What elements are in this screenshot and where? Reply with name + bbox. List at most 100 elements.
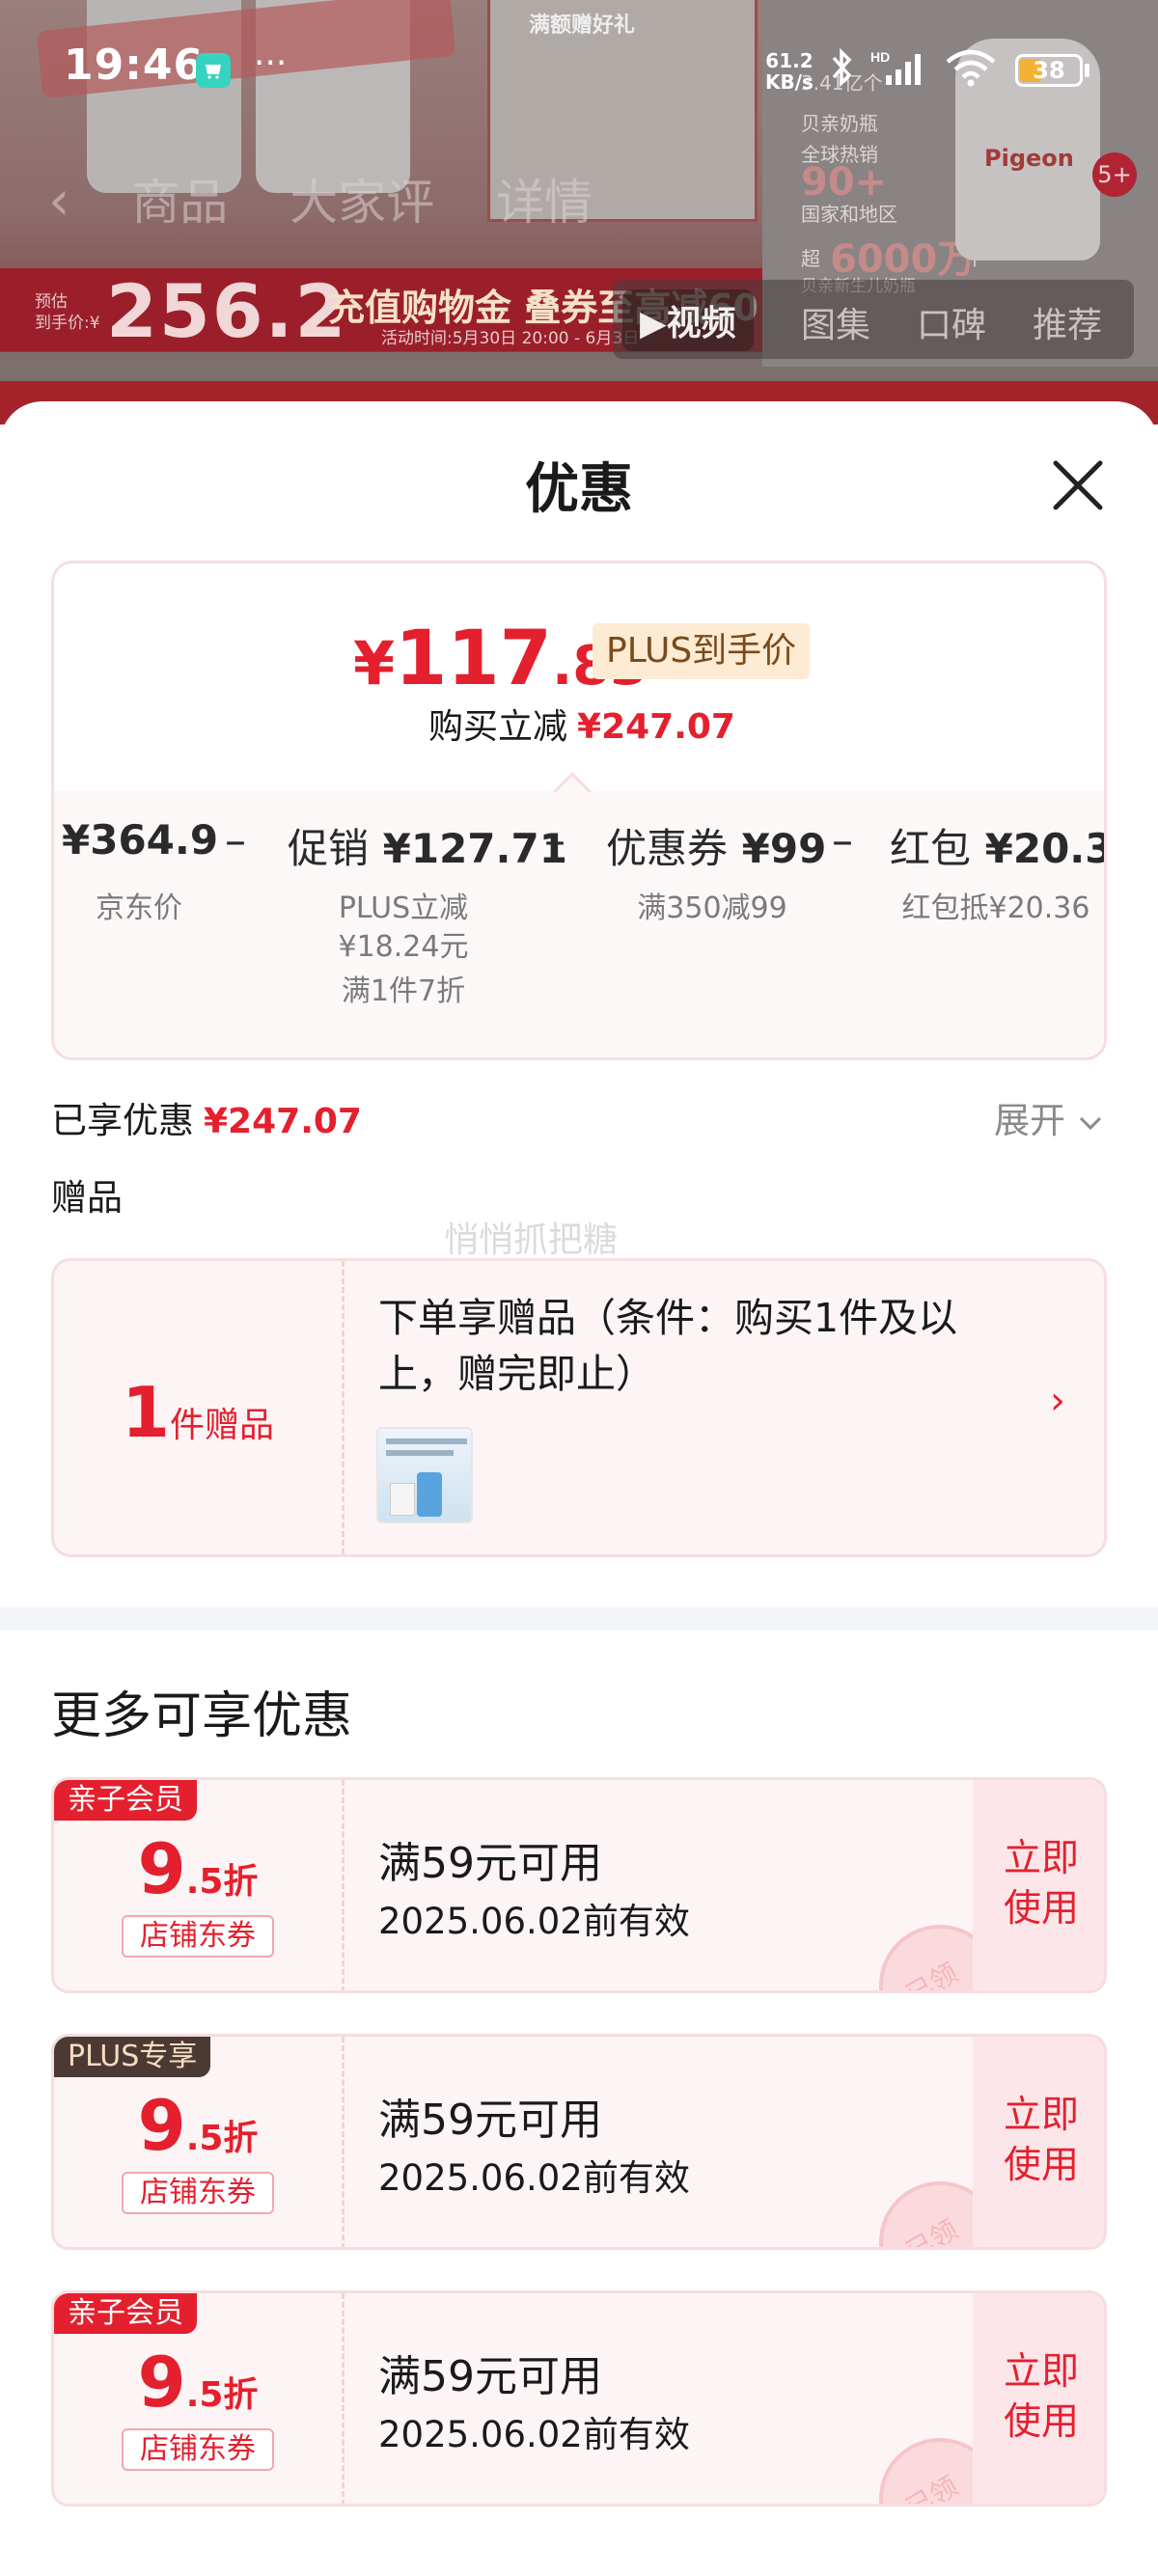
gift-section-label: 赠品 (51, 1177, 123, 1219)
discount-dec: .5折 (185, 2119, 259, 2158)
battery-tip (1085, 64, 1089, 77)
close-button[interactable] (1044, 452, 1112, 519)
est-price: 256.2 (106, 268, 348, 354)
use-now-label: 立即 使用 (1003, 1837, 1079, 1931)
use-now-button[interactable]: 立即 使用 (973, 1780, 1104, 1990)
product-nav-tabs: ‹ 商品 大家评 详情 (48, 164, 639, 233)
discount-dec: .5折 (185, 1862, 259, 1902)
enjoyed-value: ¥247.07 (204, 1102, 362, 1141)
breakdown-coupon: 优惠券 ¥99 (606, 816, 826, 875)
coupon-type-badge: 店铺东券 (122, 2428, 274, 2471)
est-label-line: 预估 (35, 292, 68, 312)
promo-detail-line: 满1件7折 (341, 974, 466, 1008)
image-count-badge: 5+ (1092, 152, 1137, 197)
stamp-text: 已领 (900, 1957, 964, 1993)
coupon-condition: 满59元可用 (378, 2352, 602, 2401)
coupon-card: 亲子会员 9.5折 店铺东券 满59元可用 2025.06.02前有效 已领 立… (51, 2290, 1107, 2507)
expand-button[interactable]: 展开 (994, 1091, 1104, 1143)
media-tab-reputation: 口碑 (917, 306, 987, 345)
gift-card[interactable]: 1件赠品 下单享赠品（条件：购买1件及以上，赠完即止） › (51, 1258, 1107, 1557)
enjoyed-discount: 已享优惠 ¥247.07 (51, 1091, 362, 1143)
discount-dec: .5折 (185, 2375, 259, 2415)
coupon-detail: 满350减99 (637, 891, 787, 925)
thumb-deco (386, 1450, 454, 1456)
shopping-app-icon (196, 53, 231, 88)
gift-thumbnail[interactable] (376, 1427, 473, 1523)
minus-sign: – (544, 816, 565, 865)
reduction-label: 购买立减 (428, 707, 568, 747)
dashed-divider (342, 1261, 345, 1554)
promo-detail: PLUS立减 ¥18.24元 满1件7折 (307, 890, 500, 1011)
coupon-card: PLUS专享 9.5折 店铺东券 满59元可用 2025.06.02前有效 已领… (51, 2034, 1107, 2250)
use-now-label: 立即 使用 (1003, 2094, 1079, 2187)
plus-price-tag: PLUS到手价 (593, 623, 811, 679)
est-label-line: 到手价:¥ (35, 314, 100, 333)
signal-icon: HD (868, 48, 930, 96)
breakdown-label: 促销 (288, 825, 370, 872)
expand-label: 展开 (994, 1100, 1065, 1141)
price-summary-card: ¥117.83 PLUS到手价 购买立减¥247.07 ¥364.9 – 促销 … (51, 561, 1107, 1060)
minus-sign: – (832, 816, 853, 865)
stat-prefix: 超 (801, 247, 820, 270)
gift-count: 1件赠品 (54, 1372, 342, 1453)
dashed-divider (342, 2037, 345, 2247)
chevron-right-icon: › (1050, 1379, 1065, 1423)
breakdown-label: 优惠券 (606, 825, 729, 872)
status-bar: 19:46 ··· 61.2 KB/s HD 38 (0, 0, 1158, 135)
media-tab-gallery: 图集 (801, 306, 871, 345)
coupon-tag: 亲子会员 (54, 1780, 197, 1821)
close-icon (1053, 460, 1103, 510)
coupon-validity: 2025.06.02前有效 (378, 1901, 690, 1942)
breakdown-value: ¥127.71 (382, 825, 567, 872)
minus-sign: – (225, 816, 246, 865)
promo-detail-line: PLUS立减 (338, 891, 469, 925)
gift-description: 下单享赠品（条件：购买1件及以上，赠完即止） (378, 1295, 958, 1397)
breakdown-promotion: 促销 ¥127.71 (288, 816, 567, 875)
stamp-text: 已领 (900, 2470, 964, 2507)
use-now-button[interactable]: 立即 使用 (973, 2293, 1104, 2504)
redpacket-detail: 红包抵¥20.36 (901, 891, 1090, 925)
coupon-validity: 2025.06.02前有效 (378, 2157, 690, 2199)
back-icon: ‹ (48, 170, 70, 233)
coupon-condition: 满59元可用 (378, 1839, 602, 1888)
thumb-deco (386, 1439, 467, 1444)
watermark: 悄悄抓把糖 (444, 1220, 619, 1260)
stat-text: 国家和地区 (801, 203, 897, 226)
coupon-card: 亲子会员 9.5折 店铺东券 满59元可用 2025.06.02前有效 已领 立… (51, 1777, 1107, 1993)
more-notifications-icon: ··· (254, 43, 288, 83)
est-price-label: 预估 到手价:¥ (35, 291, 100, 334)
purchase-reduction: 购买立减 ¥247.07 (54, 699, 1104, 749)
coupon-condition: 满59元可用 (378, 2096, 602, 2145)
net-speed-unit: KB/s (765, 70, 813, 94)
price-integer: 117 (395, 616, 552, 702)
breakdown-value: ¥99 (741, 825, 827, 872)
coupon-discount: 9.5折 (54, 1828, 342, 1909)
coupon-type-badge: 店铺东券 (122, 2172, 274, 2214)
battery-icon: 38 (1015, 54, 1083, 87)
gift-count-unit: 件赠品 (170, 1406, 275, 1445)
jd-price-label: 京东价 (96, 891, 182, 925)
breakdown-value: ¥20.36 (984, 825, 1104, 872)
coupon-validity: 2025.06.02前有效 (378, 2414, 690, 2455)
coupon-type-badge: 店铺东券 (122, 1915, 274, 1958)
dashed-divider (342, 2293, 345, 2504)
discount-int: 9 (137, 2342, 186, 2423)
net-speed-value: 61.2 (765, 49, 813, 72)
breakdown-jd-price: ¥364.9 (62, 816, 218, 863)
nav-tab-goods: 商品 (131, 175, 229, 231)
nav-tab-detail: 详情 (496, 175, 593, 231)
clock: 19:46 (64, 41, 205, 90)
use-now-button[interactable]: 立即 使用 (973, 2037, 1104, 2247)
bluetooth-icon (828, 47, 855, 96)
breakdown-value: ¥364.9 (62, 816, 219, 863)
reduction-value: ¥247.07 (577, 707, 735, 747)
media-tab-video: ▶视频 (622, 289, 754, 351)
use-now-label: 立即 使用 (1003, 2350, 1079, 2444)
nav-tab-reviews: 大家评 (290, 175, 435, 231)
thumb-deco (417, 1472, 442, 1517)
currency-symbol: ¥ (353, 628, 396, 699)
discount-sheet: 优惠 ¥117.83 PLUS到手价 购买立减¥247.07 ¥364.9 – … (0, 401, 1158, 2576)
enjoyed-label: 已享优惠 (51, 1100, 194, 1141)
media-tab-recommend: 推荐 (1033, 306, 1103, 345)
coupon-discount: 9.5折 (54, 2342, 342, 2423)
